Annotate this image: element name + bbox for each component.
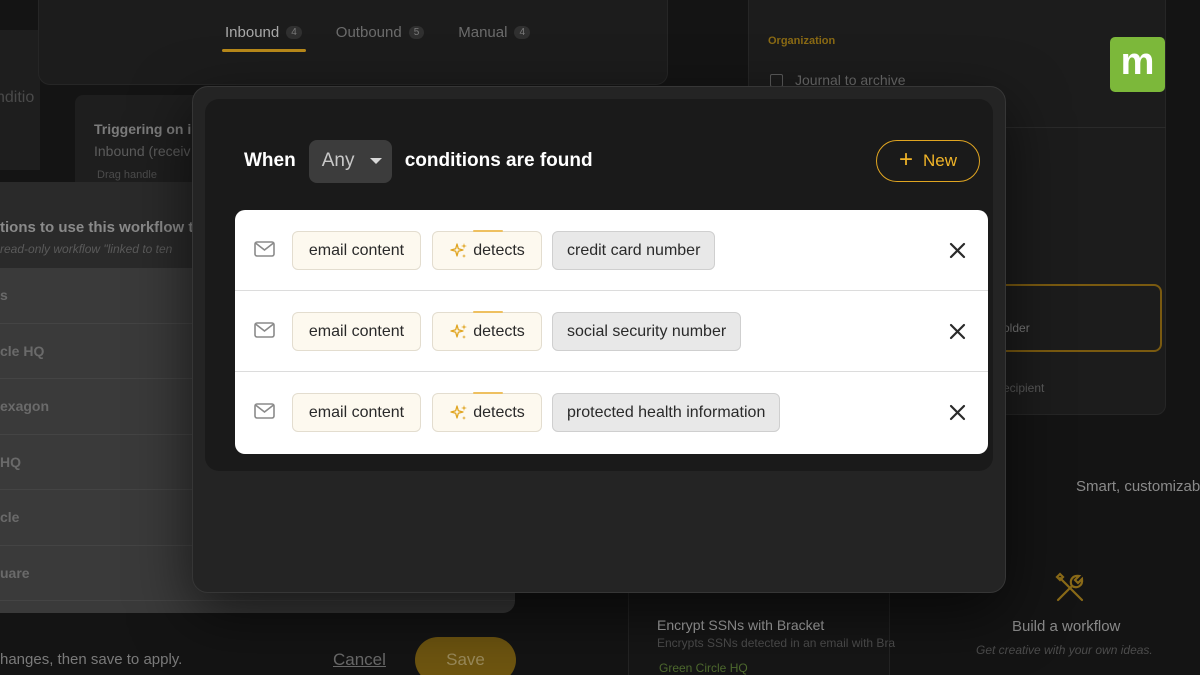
tab-inbound[interactable]: Inbound 4 bbox=[225, 24, 302, 41]
condition-match-row: When Any conditions are found bbox=[244, 139, 593, 183]
condition-field-chip[interactable]: email content bbox=[292, 231, 421, 270]
condition-row: email content detects protected health i… bbox=[235, 372, 988, 453]
encrypt-card-org: Green Circle HQ bbox=[659, 661, 748, 675]
conditions-found-label: conditions are found bbox=[404, 150, 593, 171]
conditions-modal: When Any conditions are found + New emai… bbox=[192, 86, 1006, 593]
smart-tagline: Smart, customizab bbox=[1076, 478, 1200, 495]
tab-outbound[interactable]: Outbound 5 bbox=[335, 24, 425, 41]
trigger-title: Triggering on i bbox=[94, 121, 192, 137]
tab-label: Outbound bbox=[335, 24, 402, 41]
conditions-editor: When Any conditions are found + New emai… bbox=[205, 99, 993, 471]
encrypt-card-subtitle: Encrypts SSNs detected in an email with … bbox=[657, 636, 896, 650]
match-mode-select[interactable]: Any bbox=[308, 139, 392, 183]
encrypt-card-title: Encrypt SSNs with Bracket bbox=[657, 617, 825, 633]
condition-field-chip[interactable]: email content bbox=[292, 312, 421, 351]
operator-label: detects bbox=[473, 241, 525, 259]
folder-action-card[interactable] bbox=[990, 284, 1162, 352]
background-left-strip-text: nditio bbox=[0, 89, 35, 106]
tab-manual[interactable]: Manual 4 bbox=[458, 24, 531, 41]
recipient-action-text: ecipient bbox=[1003, 381, 1045, 395]
condition-field-chip[interactable]: email content bbox=[292, 393, 421, 432]
save-button[interactable]: Save bbox=[415, 637, 516, 675]
tab-count-badge: 5 bbox=[408, 26, 425, 39]
tab-label: Inbound bbox=[225, 24, 280, 41]
background-tabs-panel bbox=[38, 0, 668, 85]
close-icon[interactable] bbox=[948, 403, 967, 422]
tab-count-badge: 4 bbox=[286, 26, 302, 39]
tab-label: Manual bbox=[458, 24, 508, 41]
conditions-list: email content detects credit card number bbox=[235, 210, 988, 454]
build-workflow-subtitle: Get creative with your own ideas. bbox=[976, 643, 1153, 657]
workflow-targets-heading: tions to use this workflow t bbox=[0, 219, 194, 236]
condition-row: email content detects social security nu… bbox=[235, 291, 988, 372]
brand-logo: m bbox=[1110, 37, 1165, 92]
mail-icon bbox=[254, 322, 275, 338]
archive-icon bbox=[770, 73, 783, 87]
plus-icon: + bbox=[898, 146, 913, 173]
folder-action-text: older bbox=[1003, 321, 1030, 335]
condition-operator-chip[interactable]: detects bbox=[432, 230, 542, 270]
add-condition-label: New bbox=[923, 151, 958, 170]
tab-count-badge: 4 bbox=[514, 26, 531, 39]
condition-row: email content detects credit card number bbox=[235, 210, 988, 291]
operator-label: detects bbox=[473, 322, 525, 340]
mail-icon bbox=[254, 403, 275, 419]
when-label: When bbox=[244, 150, 296, 171]
operator-label: detects bbox=[473, 403, 525, 421]
active-tab-underline bbox=[222, 49, 306, 52]
workflow-targets-subheading: read-only workflow "linked to ten bbox=[0, 242, 173, 256]
sparkle-icon bbox=[450, 243, 468, 258]
background-tabs: Inbound 4 Outbound 5 Manual 4 bbox=[225, 24, 531, 41]
footer-hint: hanges, then save to apply. bbox=[0, 651, 183, 668]
sparkle-icon bbox=[450, 405, 468, 420]
condition-value-chip[interactable]: social security number bbox=[552, 312, 742, 351]
add-condition-button[interactable]: + New bbox=[876, 140, 980, 182]
condition-operator-chip[interactable]: detects bbox=[432, 392, 542, 432]
build-workflow-title[interactable]: Build a workflow bbox=[1012, 618, 1120, 635]
close-icon[interactable] bbox=[948, 241, 967, 260]
match-mode-value: Any bbox=[321, 150, 355, 171]
condition-operator-chip[interactable]: detects bbox=[432, 311, 542, 351]
mail-icon bbox=[254, 241, 275, 257]
trigger-drag-hint: Drag handle bbox=[97, 169, 157, 181]
trigger-subtitle: Inbound (receiv bbox=[94, 143, 191, 159]
condition-value-chip[interactable]: protected health information bbox=[552, 393, 781, 432]
organization-label: Organization bbox=[768, 35, 836, 47]
chevron-down-icon bbox=[369, 158, 382, 164]
close-icon[interactable] bbox=[948, 322, 967, 341]
tools-icon bbox=[1055, 572, 1084, 602]
cancel-button[interactable]: Cancel bbox=[333, 650, 386, 670]
condition-value-chip[interactable]: credit card number bbox=[552, 231, 716, 270]
sparkle-icon bbox=[450, 324, 468, 339]
